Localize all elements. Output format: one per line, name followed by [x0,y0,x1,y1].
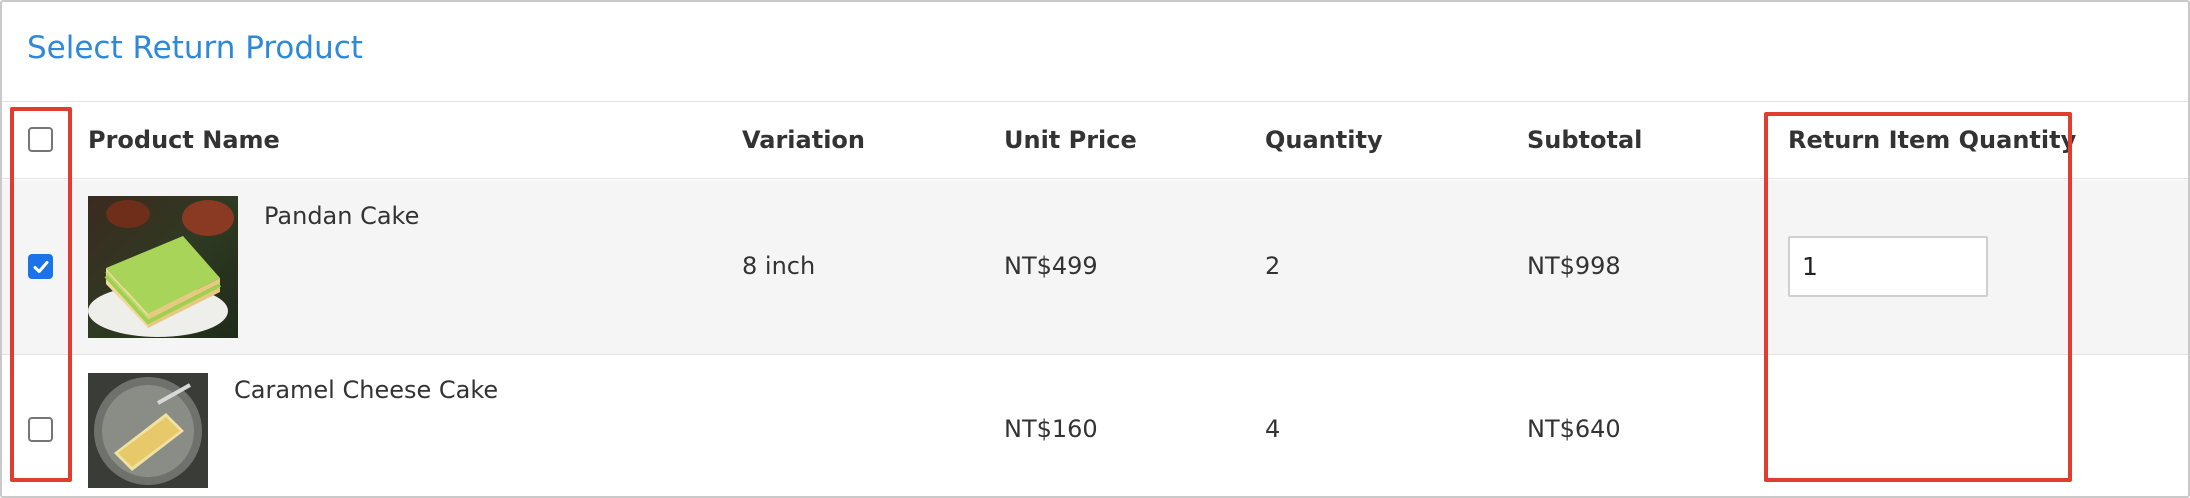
select-all-checkbox[interactable] [28,127,53,152]
product-unit-price: NT$499 [1004,252,1098,280]
return-product-panel: Select Return Product Product Name Varia… [0,0,2190,498]
product-name: Pandan Cake [264,202,420,230]
product-image-pandan-cake [88,196,238,338]
product-quantity: 4 [1265,415,1281,443]
product-name: Caramel Cheese Cake [234,376,499,404]
return-quantity-input[interactable] [1788,236,1988,297]
product-variation: 8 inch [742,252,816,280]
row-checkbox[interactable] [28,417,53,442]
table-header-row: Product Name Variation Unit Price Quanti… [2,102,2188,179]
checkmark-icon [33,261,49,273]
panel-title: Select Return Product [27,30,363,66]
column-header-product-name: Product Name [88,126,280,154]
product-unit-price: NT$160 [1004,415,1098,443]
column-header-variation: Variation [742,126,865,154]
row-checkbox-checked[interactable] [28,254,53,279]
column-header-unit-price: Unit Price [1004,126,1137,154]
column-header-subtotal: Subtotal [1527,126,1643,154]
product-image-caramel-cheese-cake [88,373,208,488]
column-header-quantity: Quantity [1265,126,1383,154]
product-subtotal: NT$640 [1527,415,1621,443]
column-header-return-item-quantity: Return Item Quantity [1788,126,2077,154]
product-quantity: 2 [1265,252,1281,280]
product-subtotal: NT$998 [1527,252,1621,280]
table-row: Pandan Cake 8 inch NT$499 2 NT$998 [2,180,2188,355]
table-row: Caramel Cheese Cake NT$160 4 NT$640 [2,356,2188,496]
